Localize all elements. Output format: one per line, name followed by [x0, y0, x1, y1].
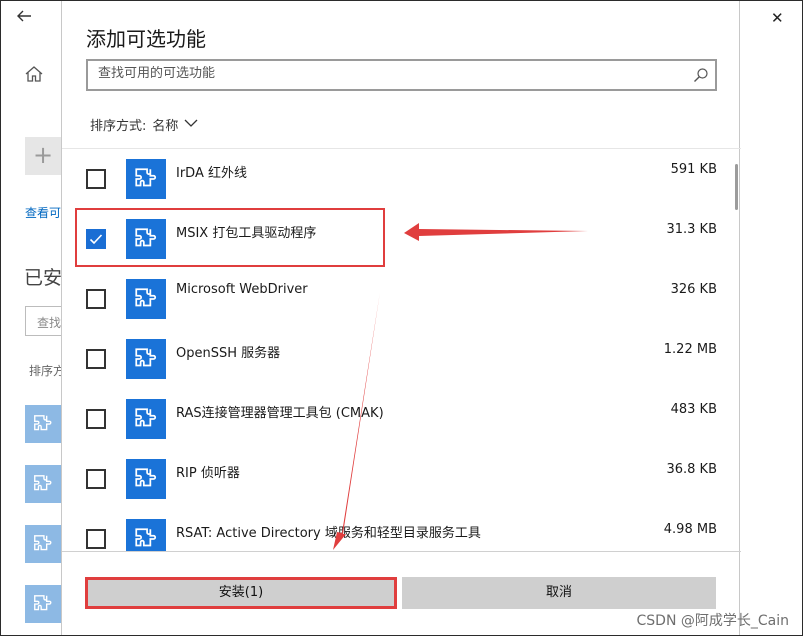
puzzle-icon [25, 405, 61, 443]
installed-sort-label: 排序方 [29, 364, 62, 378]
feature-name: IrDA 红外线 [176, 166, 247, 181]
feature-name: RAS连接管理器管理工具包 (CMAK) [176, 406, 384, 421]
feature-size: 483 KB [670, 402, 717, 417]
feature-name: OpenSSH 服务器 [176, 346, 281, 361]
feature-checkbox[interactable] [86, 289, 106, 309]
feature-row[interactable]: RSAT: Active Directory 域服务和轻型目录服务工具 4.98 … [62, 509, 741, 552]
puzzle-icon [25, 465, 61, 503]
installed-search-input[interactable]: 查找 [25, 306, 65, 336]
feature-row[interactable]: IrDA 红外线 591 KB [62, 149, 741, 209]
watermark: CSDN @阿成学长_Cain [636, 613, 789, 629]
feature-name: RSAT: Active Directory 域服务和轻型目录服务工具 [176, 526, 481, 541]
feature-size: 326 KB [670, 282, 717, 297]
sort-value: 名称 [152, 119, 179, 134]
puzzle-icon [126, 279, 166, 319]
feature-name: Microsoft WebDriver [176, 282, 308, 297]
feature-size: 31.3 KB [666, 222, 717, 237]
feature-row[interactable]: Microsoft WebDriver 326 KB [62, 269, 741, 329]
installed-features-heading: 已安 [24, 267, 62, 289]
puzzle-icon [126, 399, 166, 439]
feature-size: 591 KB [670, 162, 717, 177]
highlight-box [75, 208, 385, 267]
view-history-link[interactable]: 查看可 [25, 204, 61, 221]
feature-size: 36.8 KB [666, 462, 717, 477]
feature-row[interactable]: RIP 侦听器 36.8 KB [62, 449, 741, 509]
feature-name: RIP 侦听器 [176, 466, 240, 481]
puzzle-icon [126, 339, 166, 379]
feature-size: 4.98 MB [663, 522, 717, 537]
cancel-button[interactable]: 取消 [402, 577, 716, 609]
puzzle-icon [126, 519, 166, 552]
chevron-down-icon [184, 117, 198, 132]
search-icon[interactable] [693, 67, 709, 87]
add-optional-features-dialog: 添加可选功能 排序方式: 名称 IrDA 红外线591 KBMSIX 打包工具驱… [61, 0, 741, 636]
feature-search-input[interactable] [98, 66, 678, 81]
feature-checkbox[interactable] [86, 409, 106, 429]
puzzle-icon [25, 585, 61, 623]
puzzle-icon [25, 525, 61, 563]
feature-checkbox[interactable] [86, 469, 106, 489]
feature-search-box[interactable] [86, 59, 717, 91]
dialog-title: 添加可选功能 [86, 27, 206, 51]
feature-checkbox[interactable] [86, 169, 106, 189]
puzzle-icon [126, 159, 166, 199]
back-arrow-icon[interactable] [16, 8, 32, 29]
puzzle-icon [126, 459, 166, 499]
sort-label: 排序方式: [90, 119, 147, 134]
feature-row[interactable]: RAS连接管理器管理工具包 (CMAK) 483 KB [62, 389, 741, 449]
feature-row[interactable]: OpenSSH 服务器 1.22 MB [62, 329, 741, 389]
feature-checkbox[interactable] [86, 349, 106, 369]
feature-checkbox[interactable] [86, 529, 106, 549]
close-button[interactable]: ✕ [771, 9, 784, 27]
footer-divider [62, 551, 741, 552]
add-feature-button[interactable]: + [25, 137, 61, 175]
install-button[interactable]: 安装(1) [85, 577, 397, 609]
list-scrollbar[interactable] [735, 164, 738, 210]
feature-size: 1.22 MB [663, 342, 717, 357]
home-icon[interactable] [24, 64, 44, 88]
sort-dropdown[interactable]: 排序方式: 名称 [90, 115, 198, 134]
